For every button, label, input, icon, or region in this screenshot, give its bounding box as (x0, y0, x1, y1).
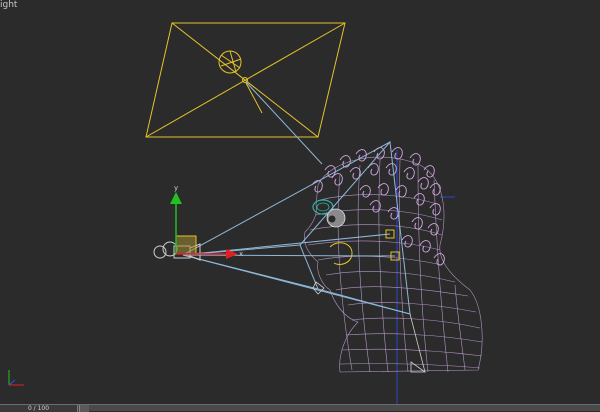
mesh-ring (341, 348, 483, 357)
hair-curl (377, 183, 389, 196)
hair-curl (401, 235, 413, 248)
gizmo-y-arrow[interactable] (170, 192, 182, 204)
mesh-ring (351, 317, 481, 329)
hair-curls[interactable] (311, 147, 445, 266)
mesh-ring (309, 224, 443, 236)
frustum-edge (182, 141, 391, 256)
eye-mesh-inner (316, 202, 330, 212)
mesh-meridian (433, 179, 449, 373)
frustum-target-line (182, 254, 396, 257)
ear-outline (329, 242, 353, 266)
hair-curl (359, 185, 371, 198)
hair-curl (417, 177, 429, 190)
hair-curl (411, 217, 423, 230)
eye-object[interactable] (312, 199, 353, 266)
gizmo-x-label: x (239, 250, 243, 258)
hair-curl (427, 223, 439, 236)
viewport-perspective[interactable]: y x ight (0, 0, 600, 404)
mesh-meridian (417, 164, 429, 373)
world-axis-z (8, 379, 16, 386)
mesh-ring (339, 363, 481, 369)
selected-pivot-box[interactable] (175, 235, 197, 255)
mesh-ring (335, 286, 469, 297)
hair-curl (339, 155, 351, 168)
mesh-meridian (378, 159, 389, 373)
hair-curl (433, 253, 445, 266)
mesh-ring (307, 240, 441, 251)
status-bar: 0 / 100 (0, 404, 600, 412)
head-wireframe-mesh[interactable] (304, 156, 483, 373)
head-silhouette (304, 156, 483, 373)
pupil (328, 215, 336, 223)
gizmo-y-label: y (174, 184, 178, 192)
hair-curl (385, 163, 397, 176)
target-spotlight[interactable] (145, 22, 346, 138)
camera-frustum[interactable] (182, 140, 411, 315)
frustum-edge (182, 254, 319, 290)
scene-canvas[interactable]: y x (0, 0, 600, 404)
light-diagonal (145, 22, 346, 138)
hair-curl (429, 183, 441, 196)
hair-curl (331, 173, 343, 186)
world-axis-tripod (8, 370, 24, 386)
hair-curl (403, 167, 415, 180)
mesh-meridian (454, 284, 466, 371)
light-direction-line (245, 81, 323, 165)
mesh-ring (325, 271, 456, 283)
mesh-ring (345, 333, 483, 343)
hair-curl (373, 147, 385, 160)
viewport-label[interactable]: ight (0, 0, 17, 10)
hair-curl (395, 185, 407, 198)
